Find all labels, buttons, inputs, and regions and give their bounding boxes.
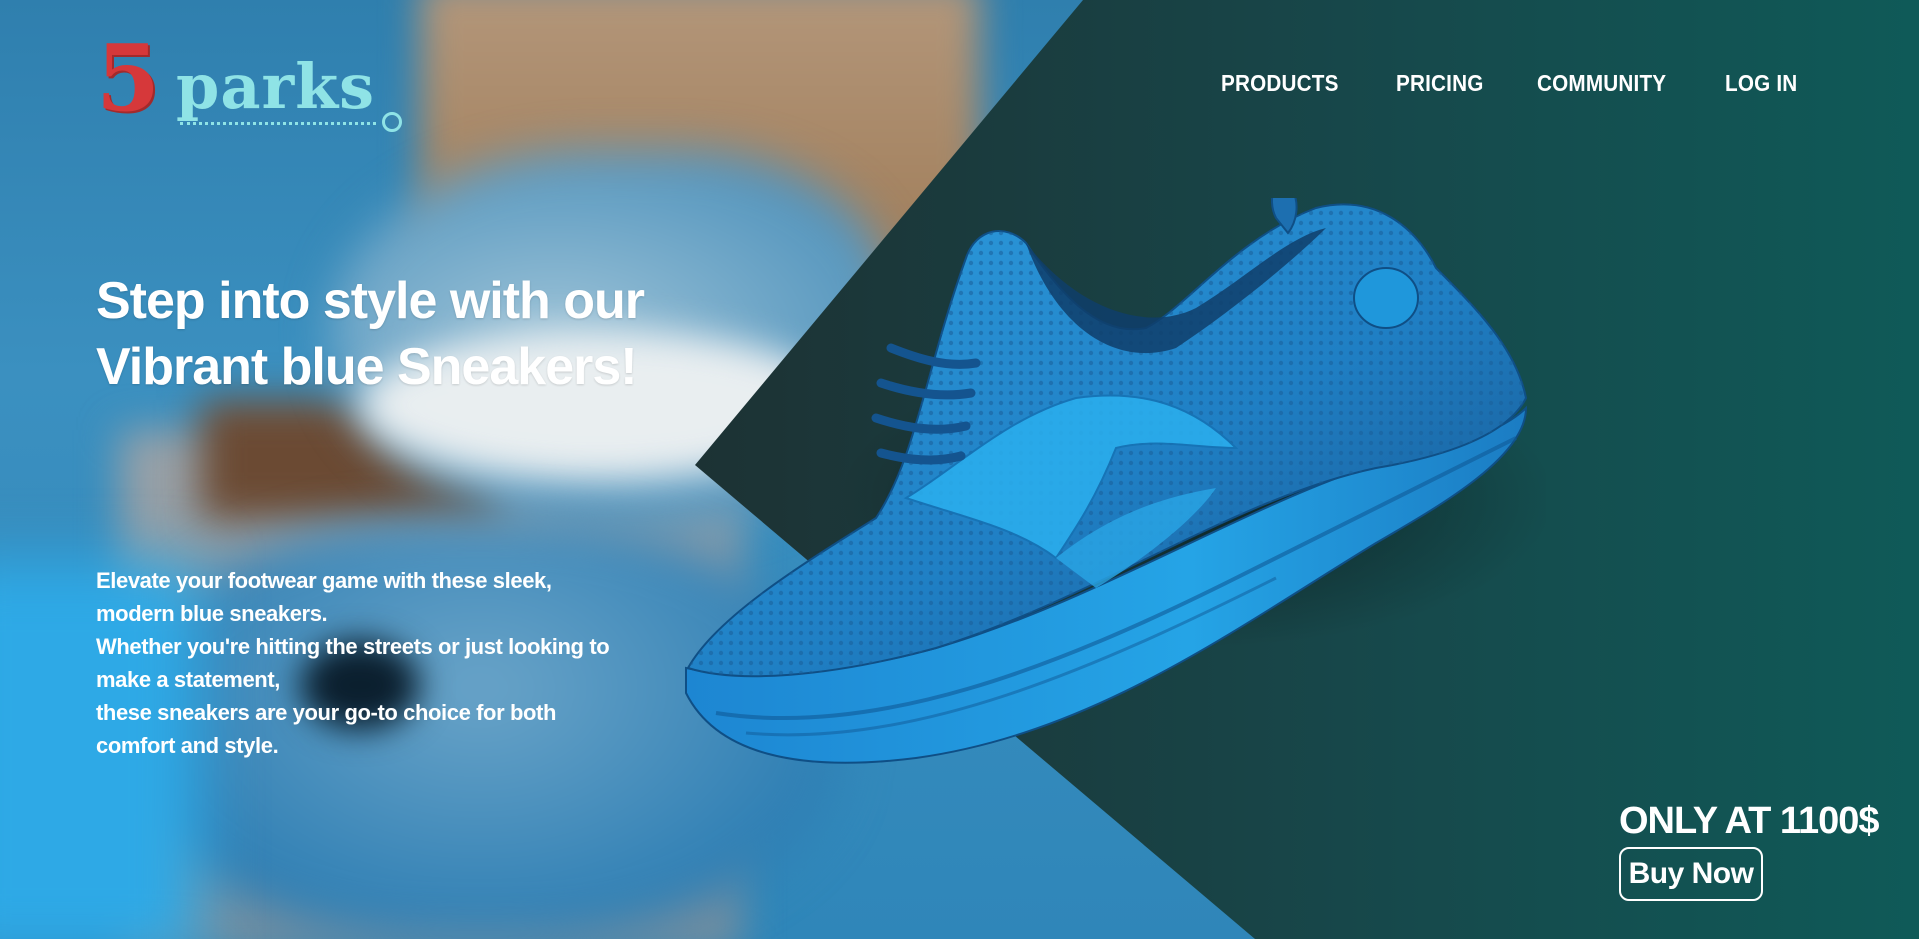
logo-numeral: 5 xyxy=(96,24,161,132)
hero-headline: Step into style with our Vibrant blue Sn… xyxy=(96,268,736,400)
buy-now-button[interactable]: Buy Now xyxy=(1619,847,1763,901)
main-nav: PRODUCTS PRICING COMMUNITY LOG IN xyxy=(1221,70,1805,97)
hero-headline-line: Vibrant blue Sneakers! xyxy=(96,338,638,396)
hero-headline-line: Step into style with our xyxy=(96,272,645,330)
hero-section: 5 parks PRODUCTS PRICING COMMUNITY LOG I… xyxy=(0,0,1919,939)
hero-description-line: Whether you're hitting the streets or ju… xyxy=(96,634,610,659)
hero-description-line: make a statement, xyxy=(96,667,280,692)
nav-item-login[interactable]: LOG IN xyxy=(1725,70,1797,97)
hero-description-line: modern blue sneakers. xyxy=(96,601,328,626)
nav-item-community[interactable]: COMMUNITY xyxy=(1537,70,1666,97)
logo[interactable]: 5 parks xyxy=(96,32,406,138)
logo-dot xyxy=(382,112,402,132)
hero-description-line: Elevate your footwear game with these sl… xyxy=(96,568,552,593)
price-label: ONLY AT 1100$ xyxy=(1619,800,1879,842)
sneaker-product-image xyxy=(685,198,1546,764)
logo-wordmark: parks xyxy=(176,50,376,123)
hero-description-line: comfort and style. xyxy=(96,733,279,758)
hero-description-line: these sneakers are your go-to choice for… xyxy=(96,700,557,725)
nav-item-pricing[interactable]: PRICING xyxy=(1396,70,1484,97)
logo-dotted-underline xyxy=(180,122,376,125)
nav-item-products[interactable]: PRODUCTS xyxy=(1221,70,1339,97)
hero-description: Elevate your footwear game with these sl… xyxy=(96,564,696,762)
